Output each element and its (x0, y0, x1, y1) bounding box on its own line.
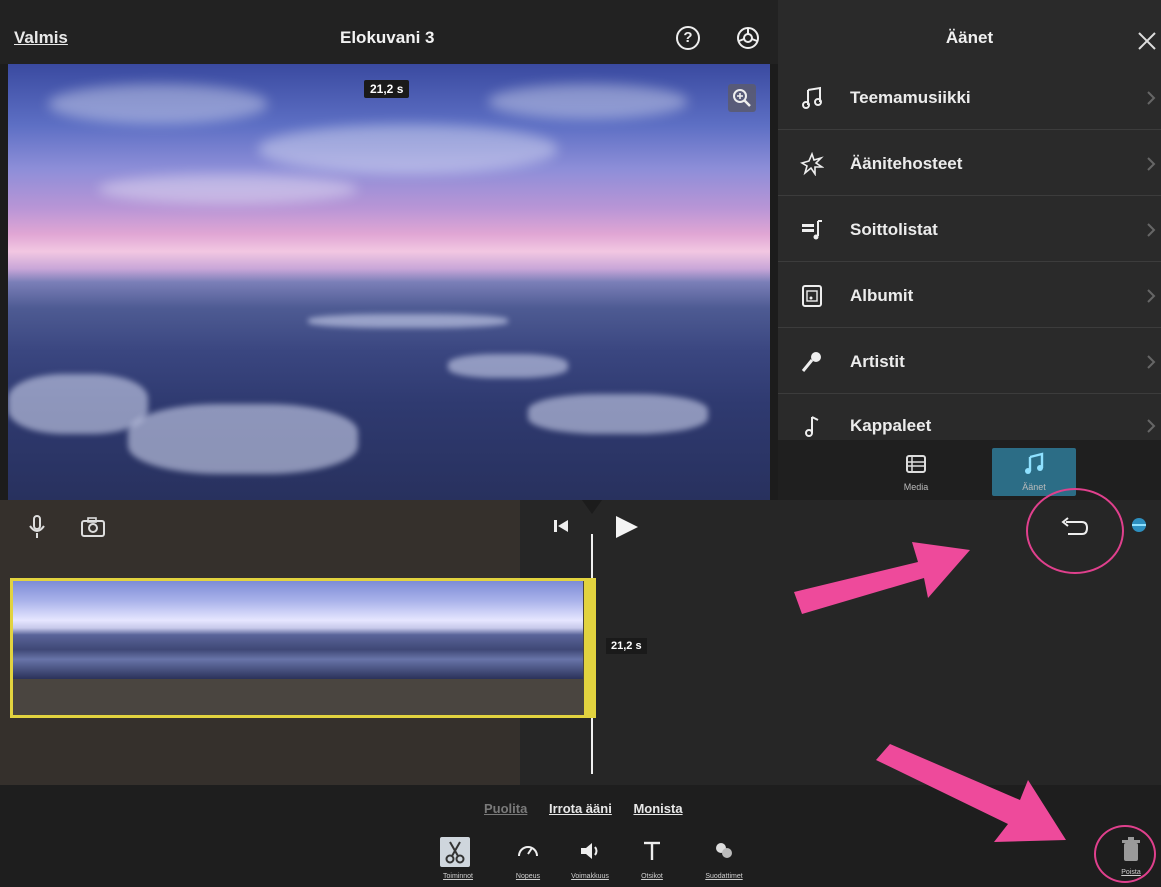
menu-item-label: Soittolistat (850, 220, 938, 239)
preview-duration-badge: 21,2 s (364, 80, 410, 98)
music-note-icon (1025, 452, 1044, 474)
menu-item-playlists[interactable]: Soittolistat (778, 198, 1161, 262)
annotation-arrow-icon (794, 542, 970, 614)
clip-thumbnails (13, 581, 583, 679)
tab-label: Media (903, 482, 929, 492)
chevron-right-icon (1147, 289, 1156, 303)
menu-item-label: Kappaleet (850, 416, 932, 435)
chevron-right-icon (1147, 223, 1156, 237)
annotation-circle (1026, 488, 1124, 574)
chevron-right-icon (1147, 355, 1156, 369)
speedometer-icon (518, 846, 538, 857)
microphone-icon[interactable] (24, 514, 50, 540)
film-icon (906, 455, 926, 473)
menu-item-label: Teemamusiikki (850, 88, 971, 107)
microphone-icon (801, 352, 821, 372)
menu-item-artists[interactable]: Artistit (778, 330, 1161, 394)
tool-titles[interactable]: Otsikot (622, 837, 682, 883)
clip-actions: Puolita Irrota ääni Monista (484, 801, 701, 816)
filters-icon (716, 843, 732, 858)
song-note-icon (805, 416, 819, 437)
project-title: Elokuvani 3 (340, 28, 435, 47)
detach-audio-action[interactable]: Irrota ääni (549, 801, 612, 816)
tool-label: Toiminnot (443, 873, 473, 880)
scissors-icon (440, 837, 470, 867)
done-button[interactable]: Valmis (14, 28, 68, 48)
close-icon[interactable] (1136, 30, 1158, 52)
top-bar: Valmis Elokuvani 3 ? (0, 0, 778, 64)
menu-item-albums[interactable]: Albumit (778, 264, 1161, 328)
playhead-marker (582, 500, 602, 514)
album-icon (802, 285, 822, 307)
menu-item-label: Artistit (850, 352, 905, 371)
sound-effects-icon (800, 152, 824, 176)
tool-label: Suodattimet (705, 873, 743, 880)
panel-tab-bar: Media Äänet (778, 440, 1161, 500)
chevron-right-icon (1147, 157, 1156, 171)
menu-item-label: Albumit (850, 286, 914, 305)
panel-title: Äänet (945, 28, 994, 47)
audio-browser-panel: Äänet Teemamusiikki Äänitehosteet Soitto… (778, 0, 1161, 500)
chevron-right-icon (1147, 91, 1156, 105)
video-preview[interactable]: 21,2 s (8, 64, 770, 500)
tool-actions[interactable]: Toiminnot (428, 837, 488, 883)
clip-duration-label: 21,2 s (606, 638, 647, 654)
volume-icon (581, 843, 598, 859)
camera-icon[interactable] (80, 514, 106, 540)
tool-filters[interactable]: Suodattimet (694, 837, 754, 883)
playlist-icon (802, 220, 822, 240)
tool-label: Otsikot (641, 873, 663, 880)
annotation-circle (1094, 825, 1156, 883)
text-icon (644, 841, 660, 860)
zoom-button[interactable] (728, 84, 756, 112)
tool-speed[interactable]: Nopeus (498, 837, 558, 883)
video-clip[interactable] (10, 578, 596, 718)
help-icon[interactable]: ? (676, 26, 700, 50)
skip-to-start-icon[interactable] (552, 518, 570, 534)
menu-item-theme-music[interactable]: Teemamusiikki (778, 66, 1161, 130)
music-note-icon (802, 86, 822, 109)
annotation-arrow-icon (876, 744, 1066, 842)
split-action[interactable]: Puolita (484, 801, 527, 816)
menu-item-sound-effects[interactable]: Äänitehosteet (778, 132, 1161, 196)
play-icon[interactable] (612, 514, 640, 540)
zoom-icon (733, 89, 751, 107)
audio-waveform-icon[interactable] (1128, 514, 1150, 536)
settings-icon[interactable] (736, 26, 760, 50)
menu-item-label: Äänitehosteet (850, 154, 963, 173)
chevron-right-icon (1147, 419, 1156, 433)
duplicate-action[interactable]: Monista (633, 801, 682, 816)
tool-volume[interactable]: Voimakkuus (560, 837, 620, 883)
tab-media[interactable]: Media (874, 448, 958, 496)
